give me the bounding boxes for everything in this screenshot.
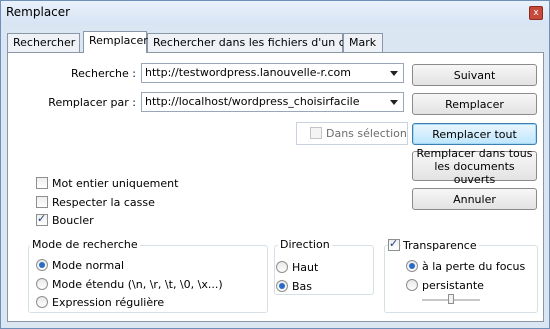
chevron-down-icon[interactable] — [390, 71, 398, 76]
tab-rechercher[interactable]: Rechercher — [7, 33, 80, 52]
replace-label: Remplacer par : — [48, 96, 136, 109]
tab-rechercher-dossier[interactable]: Rechercher dans les fichiers d'un dossie… — [147, 33, 378, 52]
close-icon[interactable]: x — [529, 6, 543, 20]
direction-title: Direction — [278, 238, 332, 251]
transparency-persistent-label: persistante — [422, 279, 484, 292]
mode-regex-label: Expression régulière — [52, 296, 165, 309]
mode-normal-radio[interactable] — [36, 259, 48, 271]
replace-all-docs-button[interactable]: Remplacer dans tous les documents ouvert… — [412, 147, 537, 186]
search-input[interactable]: http://testwordpress.lanouvelle-r.com — [141, 63, 404, 83]
transparency-slider-thumb[interactable] — [448, 294, 454, 304]
in-selection-label: Dans sélection — [326, 127, 407, 140]
mode-extended-label: Mode étendu (\n, \r, \t, \0, \x...) — [52, 278, 223, 291]
replace-input-value: http://localhost/wordpress_choisirfacile — [145, 95, 360, 108]
direction-down-radio[interactable] — [276, 280, 288, 292]
search-input-value: http://testwordpress.lanouvelle-r.com — [145, 66, 351, 79]
search-mode-title: Mode de recherche — [30, 238, 140, 251]
direction-down-label: Bas — [292, 280, 313, 293]
wrap-around-label: Boucler — [52, 214, 94, 227]
transparency-persistent-radio[interactable] — [406, 279, 418, 291]
window-title: Remplacer — [6, 5, 71, 19]
cancel-button[interactable]: Annuler — [412, 188, 537, 210]
direction-group — [274, 245, 374, 295]
whole-word-checkbox[interactable] — [36, 177, 48, 189]
replace-input[interactable]: http://localhost/wordpress_choisirfacile — [141, 92, 404, 112]
mode-extended-radio[interactable] — [36, 278, 48, 290]
in-selection-checkbox[interactable] — [310, 127, 322, 139]
next-button[interactable]: Suivant — [412, 64, 537, 86]
chevron-down-icon[interactable] — [390, 100, 398, 105]
transparency-focus-label: à la perte du focus — [422, 260, 526, 273]
mode-normal-label: Mode normal — [52, 259, 125, 272]
replace-dialog: Remplacer x Rechercher Remplacer Recherc… — [0, 0, 550, 329]
whole-word-label: Mot entier uniquement — [52, 177, 179, 190]
replace-all-button[interactable]: Remplacer tout — [412, 123, 537, 145]
tab-remplacer[interactable]: Remplacer — [83, 31, 148, 53]
direction-up-radio[interactable] — [276, 261, 288, 273]
direction-up-label: Haut — [292, 261, 319, 274]
replace-button[interactable]: Remplacer — [412, 93, 537, 115]
tab-mark[interactable]: Mark — [343, 33, 383, 52]
title-bar[interactable]: Remplacer x — [1, 1, 549, 25]
transparency-checkbox[interactable] — [388, 237, 400, 251]
match-case-label: Respecter la casse — [52, 196, 155, 209]
transparency-title: Transparence — [401, 239, 479, 252]
search-label: Recherche : — [71, 67, 136, 80]
wrap-around-checkbox[interactable] — [36, 212, 48, 226]
match-case-checkbox[interactable] — [36, 196, 48, 208]
replace-panel: Recherche : http://testwordpress.lanouve… — [7, 52, 544, 322]
transparency-focus-radio[interactable] — [406, 260, 418, 272]
mode-regex-radio[interactable] — [36, 296, 48, 308]
